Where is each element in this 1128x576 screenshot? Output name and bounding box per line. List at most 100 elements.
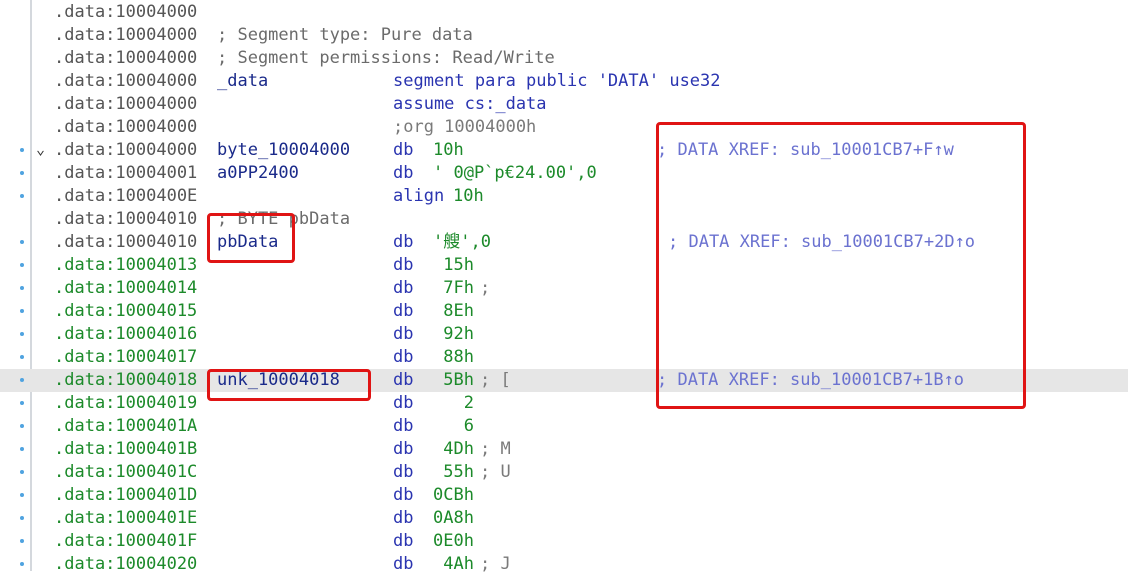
line-address: .data:10004000 — [54, 140, 198, 160]
annotation-box-pbdata — [207, 213, 295, 263]
mnemonic: db — [393, 554, 414, 574]
mnemonic: db — [393, 531, 414, 551]
breakpoint-marker — [20, 401, 24, 405]
operand: '艘',0 — [433, 232, 491, 252]
mnemonic: db — [393, 255, 414, 275]
listing-line[interactable]: .data:1000401E db 0A8h — [0, 507, 1128, 530]
mnemonic: db — [393, 462, 414, 482]
line-address: .data:10004019 — [54, 393, 198, 413]
listing-line[interactable]: .data:10004000 ; Segment type: Pure data — [0, 24, 1128, 47]
breakpoint-marker — [20, 194, 24, 198]
breakpoint-marker — [20, 148, 24, 152]
line-address: .data:1000401A — [54, 416, 198, 436]
mnemonic: db — [393, 324, 414, 344]
mnemonic: db — [393, 163, 414, 183]
inline-comment: ; — [480, 278, 491, 298]
breakpoint-marker — [20, 424, 24, 428]
symbol-name[interactable]: a0PP2400 — [217, 163, 299, 184]
line-address: .data:10004000 — [54, 117, 198, 137]
mnemonic: db — [393, 140, 414, 160]
breakpoint-marker — [20, 378, 24, 382]
line-address: .data:10004016 — [54, 324, 198, 344]
line-address: .data:10004017 — [54, 347, 198, 367]
line-address: .data:1000401E — [54, 508, 198, 528]
operand: 15h — [433, 255, 474, 275]
breakpoint-marker — [20, 447, 24, 451]
operand: 10h — [433, 140, 464, 160]
inline-comment: ; U — [480, 462, 511, 482]
mnemonic: db — [393, 301, 414, 321]
line-address: .data:10004018 — [54, 370, 198, 390]
operand: 10h — [453, 186, 484, 206]
line-address: .data:10004014 — [54, 278, 198, 298]
breakpoint-marker — [20, 516, 24, 520]
line-address: .data:10004000 — [54, 94, 198, 114]
operand: ' 0@P`p€24.00',0 — [433, 163, 597, 183]
mnemonic: db — [393, 439, 414, 459]
mnemonic: db — [393, 370, 414, 390]
listing-line[interactable]: .data:10004000 ; Segment permissions: Rea… — [0, 47, 1128, 70]
line-address: .data:1000401C — [54, 462, 198, 482]
mnemonic: db — [393, 278, 414, 298]
chevron-down-icon[interactable]: ⌄ — [36, 140, 45, 158]
line-comment: ; Segment type: Pure data — [217, 25, 473, 45]
annotation-box-xrefs — [656, 122, 1026, 409]
line-address: .data:10004015 — [54, 301, 198, 321]
operand: 55h — [433, 462, 474, 482]
operand: 0CBh — [433, 485, 474, 505]
annotation-box-unk — [207, 369, 371, 401]
line-address: .data:10004010 — [54, 209, 198, 229]
operand: 7Fh — [433, 278, 474, 298]
breakpoint-marker — [20, 539, 24, 543]
line-address: .data:1000401D — [54, 485, 198, 505]
line-address: .data:1000401B — [54, 439, 198, 459]
operand: 0E0h — [433, 531, 474, 551]
listing-line[interactable]: .data:1000401F db 0E0h — [0, 530, 1128, 553]
listing-line[interactable]: .data:10004000 assume cs:_data — [0, 93, 1128, 116]
line-address: .data:10004020 — [54, 554, 198, 574]
operand: 4Dh — [433, 439, 474, 459]
directive: ;org 10004000h — [393, 117, 537, 137]
disassembly-view[interactable]: .data:10004000 .data:10004000 ; Segment ty… — [0, 0, 1128, 574]
listing-line[interactable]: .data:1000401C db 55h ; U — [0, 461, 1128, 484]
breakpoint-marker — [20, 355, 24, 359]
line-address: .data:10004010 — [54, 232, 198, 252]
inline-comment: ; M — [480, 439, 511, 459]
line-address: .data:10004000 — [54, 71, 198, 91]
operand: 2 — [433, 393, 474, 413]
line-address: .data:10004001 — [54, 163, 198, 183]
operand: 0A8h — [433, 508, 474, 528]
line-address: .data:1000400E — [54, 186, 198, 206]
listing-line[interactable]: .data:1000401A db 6 — [0, 415, 1128, 438]
listing-line[interactable]: .data:1000401B db 4Dh ; M — [0, 438, 1128, 461]
listing-line[interactable]: .data:10004000 _data segment para public '… — [0, 70, 1128, 93]
breakpoint-marker — [20, 493, 24, 497]
mnemonic: align — [393, 186, 445, 206]
listing-line[interactable]: .data:10004020 db 4Ah ; J — [0, 553, 1128, 576]
listing-line[interactable]: .data:1000401D db 0CBh — [0, 484, 1128, 507]
inline-comment: ; [ — [480, 370, 511, 390]
operand: 5Bh — [433, 370, 474, 390]
symbol-name[interactable]: _data — [217, 71, 268, 92]
directive: assume cs:_data — [393, 94, 547, 114]
breakpoint-marker — [20, 332, 24, 336]
listing-line[interactable]: .data:10004000 — [0, 1, 1128, 24]
breakpoint-marker — [20, 263, 24, 267]
operand: 88h — [433, 347, 474, 367]
operand: 4Ah — [433, 554, 474, 574]
line-address: .data:1000401F — [54, 531, 198, 551]
line-address: .data:10004000 — [54, 48, 198, 68]
symbol-name[interactable]: byte_10004000 — [217, 140, 350, 161]
operand: 6 — [433, 416, 474, 436]
line-comment: ; Segment permissions: Read/Write — [217, 48, 555, 68]
line-address: .data:10004000 — [54, 25, 198, 45]
mnemonic: db — [393, 232, 414, 252]
inline-comment: ; J — [480, 554, 511, 574]
mnemonic: db — [393, 485, 414, 505]
breakpoint-marker — [20, 562, 24, 566]
directive: segment para public 'DATA' use32 — [393, 71, 721, 91]
mnemonic: db — [393, 416, 414, 436]
mnemonic: db — [393, 393, 414, 413]
breakpoint-marker — [20, 171, 24, 175]
mnemonic: db — [393, 508, 414, 528]
